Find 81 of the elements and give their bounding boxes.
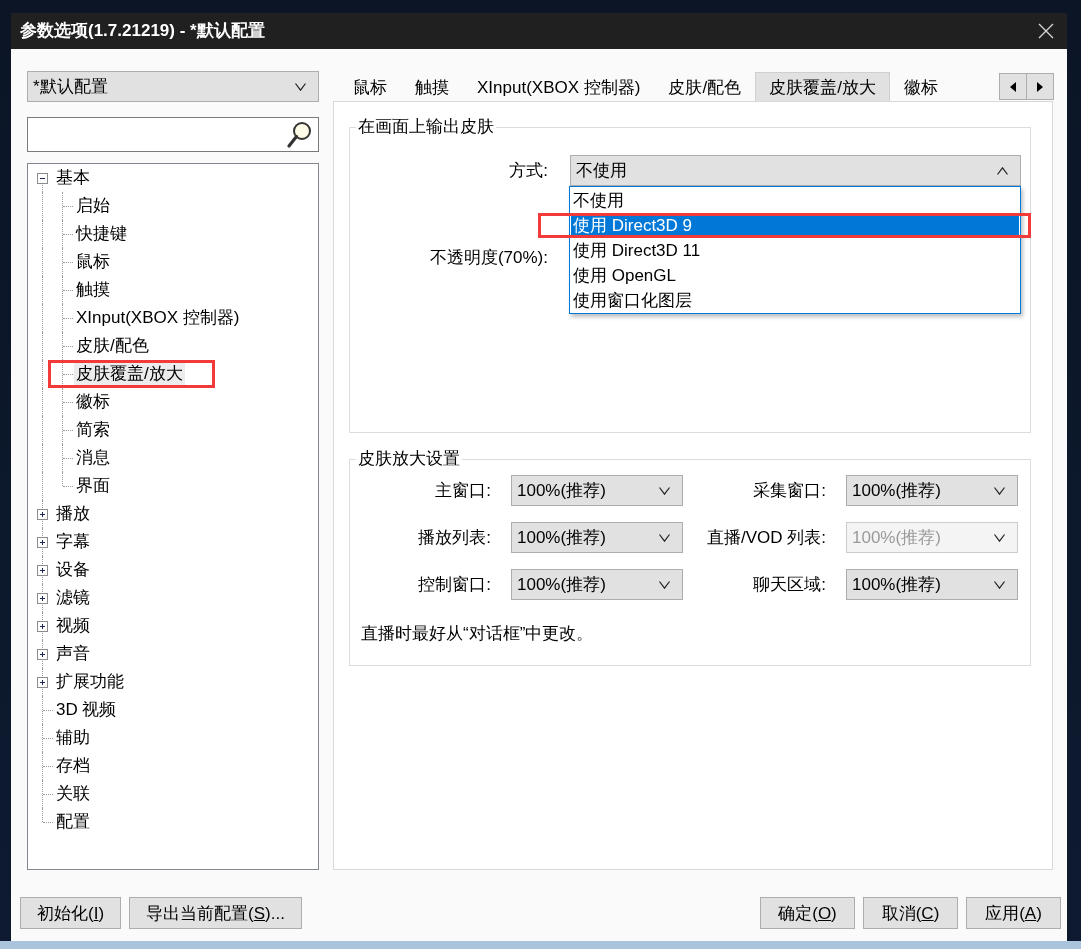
dropdown-select[interactable]: 不使用	[570, 155, 1021, 186]
tree-item[interactable]: 字幕	[54, 530, 92, 554]
tree-item[interactable]: 视频	[54, 614, 92, 638]
dropdown-option[interactable]: 使用 Direct3D 11	[571, 238, 1019, 263]
tree-item[interactable]: 扩展功能	[54, 670, 126, 694]
tree-item[interactable]: 辅助	[54, 726, 92, 750]
plus-box-icon[interactable]	[37, 537, 48, 548]
close-icon	[1038, 23, 1054, 39]
chevron-down-icon	[295, 82, 306, 91]
field-label: 主窗口:	[435, 479, 491, 502]
triangle-left-icon	[1010, 81, 1016, 92]
note-text: 直播时最好从“对话框”中更改。	[360, 623, 595, 645]
dropdown-select[interactable]: 100%(推荐)	[846, 569, 1018, 600]
dialog-button[interactable]: 应用(A)	[966, 897, 1061, 929]
tree-item[interactable]: 鼠标	[74, 250, 112, 274]
tree-item[interactable]: 存档	[54, 754, 92, 778]
tree-item[interactable]: 滤镜	[54, 586, 92, 610]
search-icon[interactable]	[286, 120, 312, 149]
search-field[interactable]	[27, 117, 319, 152]
chevron-up-icon	[997, 166, 1008, 175]
chevron-down-icon	[659, 580, 670, 589]
tree-item[interactable]: 声音	[54, 642, 92, 666]
tree-item[interactable]: 触摸	[74, 278, 112, 302]
tab[interactable]: 触摸	[401, 72, 463, 101]
dropdown-option[interactable]: 不使用	[571, 188, 1019, 213]
tree-item[interactable]: XInput(XBOX 控制器)	[74, 306, 242, 330]
dialog-button[interactable]: 取消(C)	[863, 897, 958, 929]
tree-item[interactable]: 播放	[54, 502, 92, 526]
group-title: 在画面上输出皮肤	[357, 117, 495, 137]
dialog-button[interactable]: 确定(O)	[760, 897, 855, 929]
tree-item[interactable]: 皮肤/配色	[74, 334, 151, 358]
chevron-down-icon	[659, 486, 670, 495]
scroll-right-button[interactable]	[1026, 73, 1054, 100]
field-label: 方式:	[509, 159, 548, 182]
tree-item[interactable]: 简索	[74, 418, 112, 442]
group-title: 皮肤放大设置	[357, 449, 461, 469]
plus-box-icon[interactable]	[37, 509, 48, 520]
tree-item[interactable]: 界面	[74, 474, 112, 498]
plus-box-icon[interactable]	[37, 565, 48, 576]
field-label: 聊天区域:	[753, 573, 826, 596]
dropdown-select[interactable]: 100%(推荐)	[511, 522, 683, 553]
tree-item[interactable]: 启始	[74, 194, 112, 218]
field-label: 直播/VOD 列表:	[707, 526, 826, 549]
minus-box-icon[interactable]	[37, 173, 48, 184]
tree-item[interactable]: 徽标	[74, 390, 112, 414]
tree-item[interactable]: 皮肤覆盖/放大	[74, 362, 185, 386]
field-label: 控制窗口:	[418, 573, 491, 596]
profile-select[interactable]: *默认配置	[27, 71, 319, 102]
tab[interactable]: 鼠标	[339, 72, 401, 101]
field-label: 采集窗口:	[753, 479, 826, 502]
tree-item[interactable]: 配置	[54, 810, 92, 834]
tree-item[interactable]: 消息	[74, 446, 112, 470]
dropdown-select[interactable]: 100%(推荐)	[846, 475, 1018, 506]
tab[interactable]: 皮肤/配色	[654, 72, 756, 101]
chevron-down-icon	[994, 533, 1005, 542]
tab[interactable]: 皮肤覆盖/放大	[755, 72, 890, 101]
plus-box-icon[interactable]	[37, 593, 48, 604]
tab[interactable]: 徽标	[889, 72, 952, 101]
dropdown-select[interactable]: 100%(推荐)	[511, 475, 683, 506]
triangle-right-icon	[1037, 81, 1043, 92]
dialog-button[interactable]: 初始化(I)	[20, 897, 122, 929]
dropdown-option[interactable]: 使用窗口化图层	[571, 288, 1019, 313]
tree-item[interactable]: 基本	[54, 166, 92, 190]
field-label: 不透明度(70%):	[429, 247, 548, 269]
tree-item[interactable]: 3D 视频	[54, 698, 119, 722]
chevron-down-icon	[994, 486, 1005, 495]
tree-item[interactable]: 关联	[54, 782, 92, 806]
dialog-button[interactable]: 导出当前配置(S)...	[129, 897, 302, 929]
tab[interactable]: XInput(XBOX 控制器)	[463, 72, 655, 101]
plus-box-icon[interactable]	[37, 649, 48, 660]
plus-box-icon[interactable]	[37, 677, 48, 688]
field-label: 播放列表:	[418, 526, 491, 549]
chevron-down-icon	[994, 580, 1005, 589]
plus-box-icon[interactable]	[37, 621, 48, 632]
tree-item[interactable]: 快捷键	[74, 222, 129, 246]
scroll-left-button[interactable]	[999, 73, 1027, 100]
dropdown-option[interactable]: 使用 OpenGL	[571, 263, 1019, 288]
window-title: 参数选项(1.7.21219) - *默认配置	[20, 20, 265, 42]
dropdown-select[interactable]: 100%(推荐)	[511, 569, 683, 600]
tree-item[interactable]: 设备	[54, 558, 92, 582]
chevron-down-icon	[659, 533, 670, 542]
